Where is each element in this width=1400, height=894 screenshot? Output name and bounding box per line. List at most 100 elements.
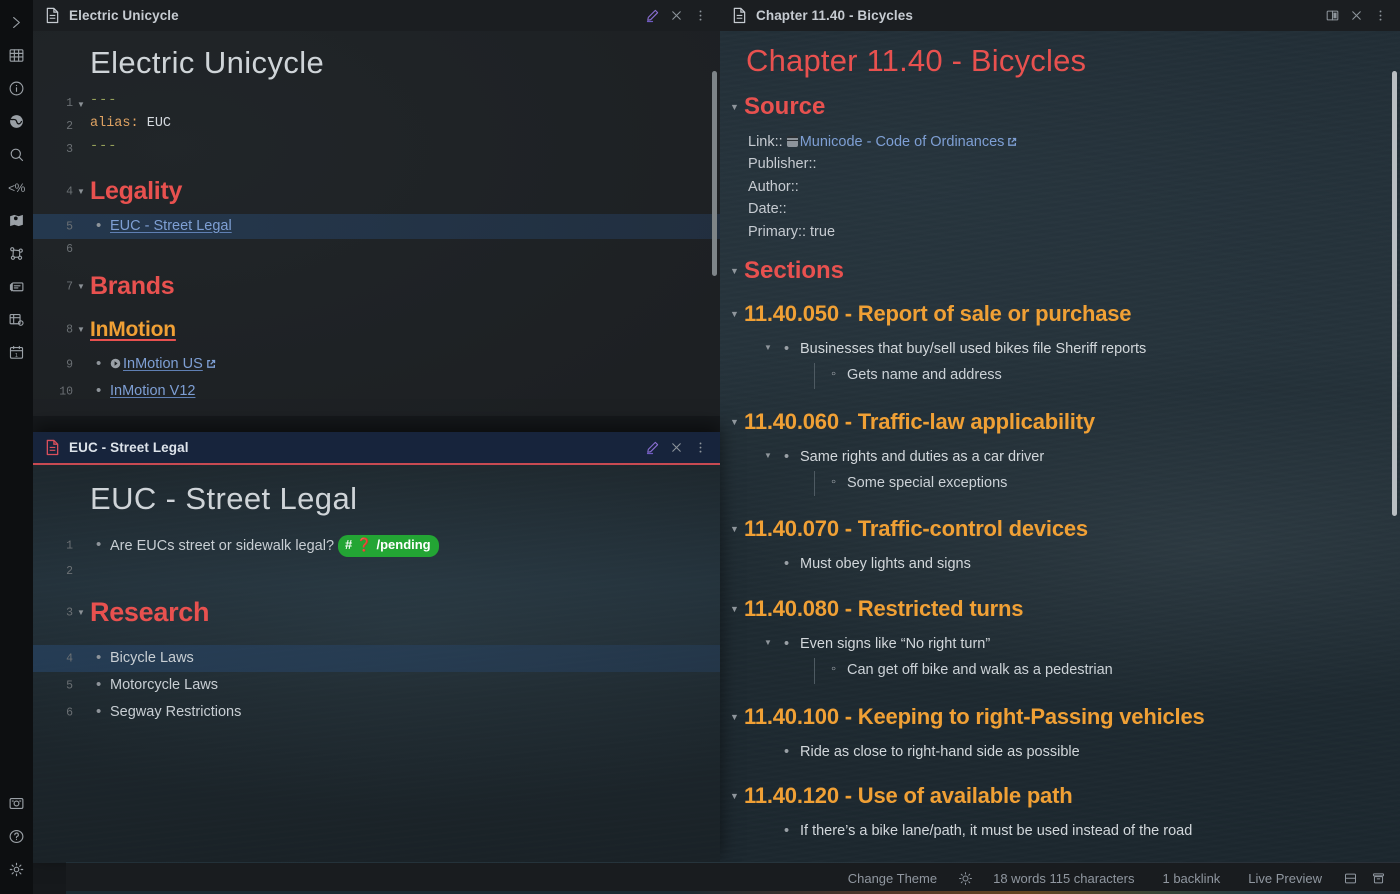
- internal-link-euc-street-legal[interactable]: EUC - Street Legal: [110, 218, 232, 234]
- list-item: Can get off bike and walk as a pedestria…: [831, 658, 1372, 684]
- tab-header-street-legal[interactable]: EUC - Street Legal: [33, 432, 720, 465]
- section-heading: ▼ 11.40.120 - Use of available path: [730, 783, 1073, 809]
- list-item: Gets name and address: [831, 363, 1372, 389]
- fold-toggle-icon[interactable]: ▼: [77, 326, 85, 334]
- editor-line[interactable]: 9 InMotion US: [33, 351, 720, 378]
- section-bullets: ▼ Businesses that buy/sell used bikes fi…: [764, 337, 1372, 391]
- heading-research: Research: [90, 597, 210, 628]
- fold-toggle-icon[interactable]: ▼: [764, 450, 772, 462]
- database-icon[interactable]: [0, 303, 33, 336]
- edit-pencil-icon[interactable]: [640, 436, 664, 460]
- fold-toggle-icon[interactable]: ▼: [764, 342, 772, 354]
- sub-bullets: Can get off bike and walk as a pedestria…: [814, 657, 1372, 684]
- calendar-icon[interactable]: 1: [0, 336, 33, 369]
- editor-line[interactable]: 3 ---: [33, 139, 720, 162]
- change-theme-button[interactable]: Change Theme: [834, 871, 951, 886]
- editor-line[interactable]: 8 ▼ InMotion: [33, 309, 720, 351]
- help-icon[interactable]: [0, 820, 33, 853]
- external-link-municode[interactable]: Municode - Code of Ordinances: [800, 134, 1005, 150]
- backlink-count[interactable]: 1 backlink: [1148, 871, 1234, 886]
- globe-icon[interactable]: [0, 105, 33, 138]
- list-item: If there’s a bike lane/path, it must be …: [782, 819, 1372, 845]
- editor-line[interactable]: 6 Segway Restrictions: [33, 699, 720, 726]
- yaml-key: alias:: [90, 116, 139, 131]
- editor-line[interactable]: 6: [33, 239, 720, 265]
- view-mode-label[interactable]: Live Preview: [1234, 871, 1336, 886]
- bullet-item: InMotion US: [90, 353, 720, 375]
- table-icon[interactable]: [0, 39, 33, 72]
- editor-line[interactable]: 2: [33, 561, 720, 589]
- fold-toggle-icon[interactable]: ▼: [730, 791, 744, 801]
- metadata-row-author: Author::: [748, 178, 799, 195]
- line-number: 5: [66, 679, 73, 692]
- tag-label: /pending: [376, 536, 431, 552]
- search-icon[interactable]: [0, 138, 33, 171]
- fold-toggle-icon[interactable]: ▼: [730, 524, 744, 534]
- fold-toggle-icon[interactable]: ▼: [764, 637, 772, 649]
- fold-toggle-icon[interactable]: ▼: [77, 188, 85, 196]
- templater-icon[interactable]: <%: [0, 171, 33, 204]
- sun-icon[interactable]: [951, 868, 979, 890]
- fold-toggle-icon[interactable]: ▼: [77, 283, 85, 291]
- screenshot-icon[interactable]: [0, 787, 33, 820]
- tag-pending[interactable]: # ❓/pending: [338, 534, 439, 557]
- bullet-item: EUC - Street Legal: [90, 215, 720, 237]
- sidebar-toggle-icon[interactable]: [1336, 868, 1364, 890]
- section-heading: ▼ 11.40.050 - Report of sale or purchase: [730, 301, 1132, 327]
- expand-sidebar-icon[interactable]: [0, 6, 33, 39]
- editor-street-legal[interactable]: EUC - Street Legal 1 Are EUCs street or …: [33, 465, 720, 863]
- more-options-icon[interactable]: [688, 4, 712, 28]
- edit-pencil-icon[interactable]: [640, 4, 664, 28]
- more-options-icon[interactable]: [1368, 4, 1392, 28]
- editor-line[interactable]: 10 InMotion V12: [33, 378, 720, 405]
- list-item: Some special exceptions: [831, 471, 1372, 497]
- tab-header-chapter[interactable]: Chapter 11.40 - Bicycles: [720, 0, 1400, 31]
- map-pin-icon[interactable]: [0, 204, 33, 237]
- editor-line[interactable]: 1 Are EUCs street or sidewalk legal?#❓/p…: [33, 531, 720, 561]
- archive-icon[interactable]: [1364, 868, 1392, 890]
- editor-line-highlighted[interactable]: 5 EUC - Street Legal: [33, 214, 720, 239]
- tab-header-electric-unicycle[interactable]: Electric Unicycle: [33, 0, 720, 31]
- bullet-item: Bicycle Laws: [90, 647, 720, 669]
- editor-line[interactable]: 1 ▼ ---: [33, 93, 720, 116]
- heading-brands: Brands: [90, 272, 175, 301]
- fold-toggle-icon[interactable]: ▼: [730, 309, 744, 319]
- fold-toggle-icon[interactable]: ▼: [730, 712, 744, 722]
- editor-electric-unicycle[interactable]: Electric Unicycle 1 ▼ --- 2 alias: EUC 3…: [33, 31, 720, 416]
- section-bullets: ▼ Same rights and duties as a car driver…: [764, 445, 1372, 499]
- editor-line[interactable]: 2 alias: EUC: [33, 116, 720, 139]
- editor-line-highlighted[interactable]: 4 Bicycle Laws: [33, 645, 720, 672]
- close-icon[interactable]: [1344, 4, 1368, 28]
- editor-line[interactable]: 11 ▼ King S: [33, 405, 720, 416]
- graph-icon[interactable]: [0, 237, 33, 270]
- editor-line[interactable]: 7 ▼ Brands: [33, 265, 720, 309]
- fold-toggle-icon[interactable]: ▼: [77, 100, 85, 109]
- more-options-icon[interactable]: [688, 436, 712, 460]
- close-icon[interactable]: [664, 436, 688, 460]
- editor-line[interactable]: 3 ▼ Research: [33, 589, 720, 637]
- settings-gear-icon[interactable]: [0, 853, 33, 886]
- internal-link-inmotion-v12[interactable]: InMotion V12: [110, 383, 195, 399]
- line-number: 2: [66, 565, 73, 578]
- fold-toggle-icon[interactable]: ▼: [730, 266, 744, 276]
- editor-line[interactable]: 5 Motorcycle Laws: [33, 672, 720, 699]
- yaml-delimiter: ---: [90, 93, 118, 108]
- fold-toggle-icon[interactable]: ▼: [730, 604, 744, 614]
- metadata-row-date: Date::: [748, 201, 787, 218]
- fold-toggle-icon[interactable]: ▼: [730, 102, 744, 112]
- word-count[interactable]: 18 words 115 characters: [979, 871, 1148, 886]
- close-icon[interactable]: [664, 4, 688, 28]
- split-pane-icon[interactable]: [1320, 4, 1344, 28]
- fold-toggle-icon[interactable]: ▼: [730, 417, 744, 427]
- editor-line[interactable]: 4 ▼ Legality: [33, 170, 720, 214]
- card-stack-icon[interactable]: [0, 270, 33, 303]
- heading-sections: ▼ Sections: [730, 257, 845, 285]
- heading-king-s: King S: [90, 414, 720, 416]
- fold-toggle-icon[interactable]: ▼: [77, 609, 85, 617]
- reading-view-chapter[interactable]: Chapter 11.40 - Bicycles ▼ Source Link::…: [720, 31, 1400, 863]
- scrollbar-chapter[interactable]: [1392, 71, 1397, 516]
- external-link-inmotion-us[interactable]: InMotion US: [123, 356, 203, 372]
- scrollbar-electric-unicycle[interactable]: [712, 71, 717, 276]
- section-heading: ▼ 11.40.070 - Traffic-control devices: [730, 516, 1088, 542]
- info-circle-icon[interactable]: [0, 72, 33, 105]
